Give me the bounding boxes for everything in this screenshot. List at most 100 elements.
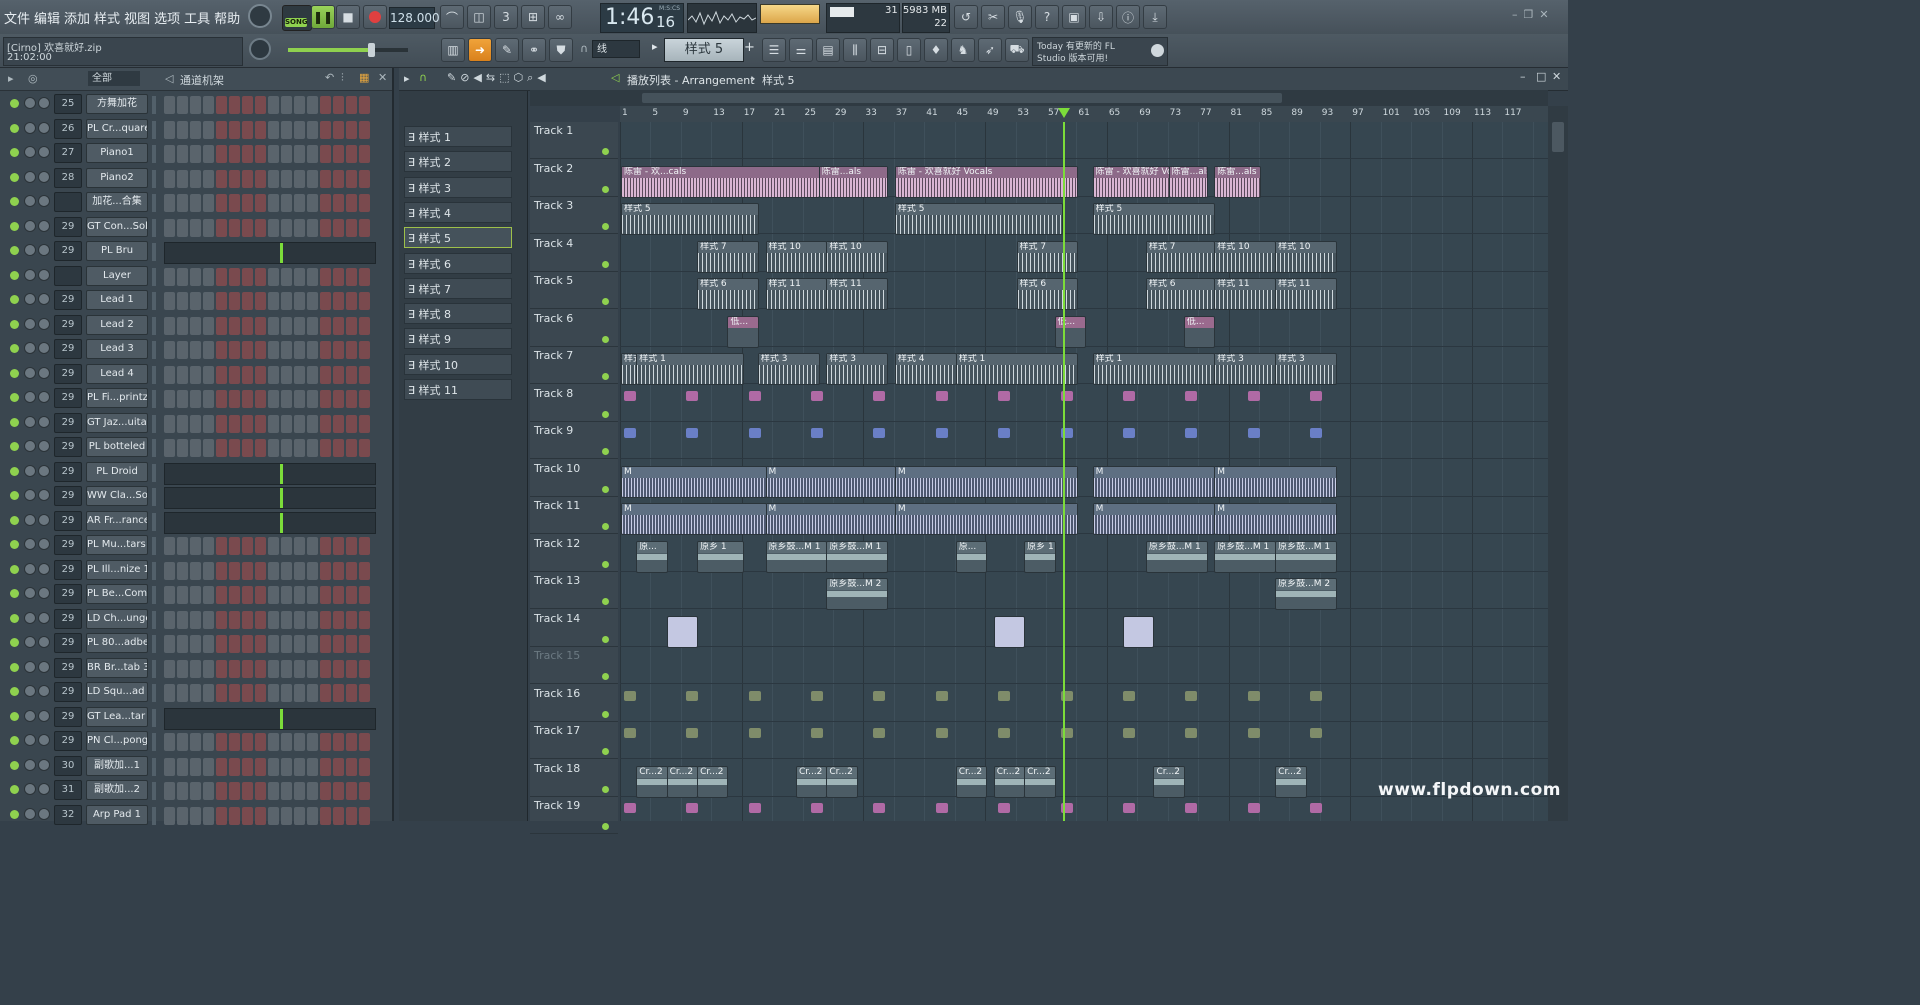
- channel-led-icon[interactable]: [10, 736, 19, 745]
- step-button[interactable]: [307, 635, 318, 653]
- step-button[interactable]: [177, 194, 188, 212]
- channel-pan-knob[interactable]: [24, 783, 36, 795]
- playlist-clip[interactable]: 样式 7: [1145, 240, 1216, 273]
- step-button[interactable]: [268, 659, 279, 678]
- track-mute-led-icon[interactable]: [602, 335, 609, 343]
- step-button[interactable]: [320, 120, 331, 139]
- automation-clip[interactable]: [748, 728, 761, 738]
- step-button[interactable]: [294, 586, 305, 604]
- step-button[interactable]: [216, 659, 227, 678]
- step-button[interactable]: [346, 316, 357, 335]
- playlist-clip[interactable]: [1123, 615, 1155, 648]
- step-button[interactable]: [294, 341, 305, 359]
- step-button[interactable]: [307, 316, 318, 335]
- channel-mixer-track[interactable]: 29: [54, 461, 82, 482]
- channel-name-button[interactable]: Arp Pad 1: [86, 804, 148, 825]
- playlist-clip[interactable]: 样式 10: [765, 240, 828, 273]
- step-button[interactable]: [190, 659, 201, 678]
- stamp-icon[interactable]: ⛊: [549, 38, 573, 62]
- step-button[interactable]: [177, 120, 188, 139]
- step-button[interactable]: [229, 684, 240, 702]
- step-button[interactable]: [255, 341, 266, 359]
- playlist-clip[interactable]: 陈雷...als: [1214, 165, 1261, 198]
- channel-pan-knob[interactable]: [24, 146, 36, 158]
- pianoroll-window-icon[interactable]: ⚌: [789, 38, 813, 62]
- playlist-clip[interactable]: 样式 11: [765, 278, 828, 310]
- channel-name-button[interactable]: Lead 2: [86, 314, 148, 335]
- channel-step-sequencer[interactable]: [164, 610, 376, 629]
- automation-clip[interactable]: [1310, 390, 1323, 401]
- step-button[interactable]: [255, 733, 266, 751]
- pattern-selector[interactable]: 样式 5: [664, 38, 744, 62]
- step-button[interactable]: [320, 194, 331, 212]
- automation-clip[interactable]: [1310, 803, 1323, 813]
- step-button[interactable]: [346, 341, 357, 359]
- step-button[interactable]: [359, 341, 370, 359]
- playlist-clip[interactable]: 样式 11: [826, 278, 889, 310]
- channel-pan-knob[interactable]: [24, 121, 36, 134]
- automation-clip[interactable]: [624, 728, 636, 738]
- channel-select-bar[interactable]: [152, 243, 156, 261]
- step-button[interactable]: [255, 218, 266, 237]
- playlist-clip[interactable]: 样式 7: [1016, 240, 1079, 273]
- channel-name-button[interactable]: PL 80...adbell: [86, 633, 148, 653]
- wait-input-icon[interactable]: ◫: [467, 5, 491, 29]
- channel-row[interactable]: 29 PL Fi...printz: [0, 388, 392, 412]
- step-button[interactable]: [216, 194, 227, 212]
- channel-select-bar[interactable]: [152, 390, 156, 408]
- help-icon[interactable]: ?: [1035, 5, 1059, 29]
- channel-step-sequencer[interactable]: [164, 120, 376, 139]
- step-button[interactable]: [164, 684, 175, 702]
- channel-mixer-track[interactable]: 29: [54, 437, 82, 457]
- channel-name-button[interactable]: PL Bru: [86, 241, 148, 261]
- magnet-icon[interactable]: ∩: [580, 42, 588, 55]
- step-button[interactable]: [307, 414, 318, 433]
- step-button[interactable]: [164, 757, 175, 776]
- export-icon[interactable]: ⇩: [1089, 5, 1113, 29]
- step-button[interactable]: [307, 733, 318, 751]
- rack-undo-icon[interactable]: ↶: [325, 71, 334, 84]
- channel-led-icon[interactable]: [10, 613, 19, 623]
- playlist-close-icon[interactable]: ✕: [1552, 70, 1561, 83]
- step-button[interactable]: [359, 316, 370, 335]
- step-button[interactable]: [281, 390, 292, 408]
- step-button[interactable]: [268, 414, 279, 433]
- step-button[interactable]: [164, 806, 175, 825]
- step-button[interactable]: [177, 757, 188, 776]
- channel-row[interactable]: 31 副歌加...2: [0, 780, 392, 804]
- time-display[interactable]: 1:46 16 M:S:CS: [600, 3, 684, 33]
- step-button[interactable]: [346, 169, 357, 188]
- step-button[interactable]: [268, 365, 279, 384]
- automation-clip[interactable]: [998, 428, 1011, 438]
- step-button[interactable]: [294, 316, 305, 335]
- step-button[interactable]: [294, 659, 305, 678]
- step-button[interactable]: [320, 537, 331, 555]
- menu-options[interactable]: 选项: [154, 8, 180, 27]
- step-button[interactable]: [242, 414, 253, 433]
- playlist-clip[interactable]: Cr...2: [666, 765, 699, 798]
- step-button[interactable]: [177, 782, 188, 800]
- step-button[interactable]: [190, 414, 201, 433]
- master-volume-knob[interactable]: [248, 4, 272, 28]
- step-button[interactable]: [320, 782, 331, 800]
- channel-step-sequencer[interactable]: [164, 414, 376, 433]
- channel-select-bar[interactable]: [152, 169, 156, 188]
- automation-clip[interactable]: [686, 803, 699, 813]
- playlist-clip[interactable]: 样式 5: [894, 203, 1064, 235]
- playlist-clip[interactable]: M: [1092, 503, 1216, 535]
- step-button[interactable]: [346, 561, 357, 580]
- channel-name-button[interactable]: PL Mu...tars 2: [86, 535, 148, 555]
- step-button[interactable]: [320, 292, 331, 310]
- step-button[interactable]: [164, 733, 175, 751]
- channel-step-sequencer[interactable]: [164, 561, 376, 580]
- channel-pan-knob[interactable]: [24, 685, 36, 697]
- step-button[interactable]: [294, 169, 305, 188]
- step-button[interactable]: [190, 684, 201, 702]
- automation-clip[interactable]: [873, 803, 886, 813]
- automation-clip[interactable]: [686, 428, 699, 438]
- step-button[interactable]: [294, 194, 305, 212]
- channel-volume-knob[interactable]: [38, 464, 50, 477]
- playlist-clip[interactable]: 低...: [1054, 315, 1086, 348]
- channel-pan-knob[interactable]: [24, 391, 36, 403]
- channel-row[interactable]: 29 Lead 4: [0, 363, 392, 388]
